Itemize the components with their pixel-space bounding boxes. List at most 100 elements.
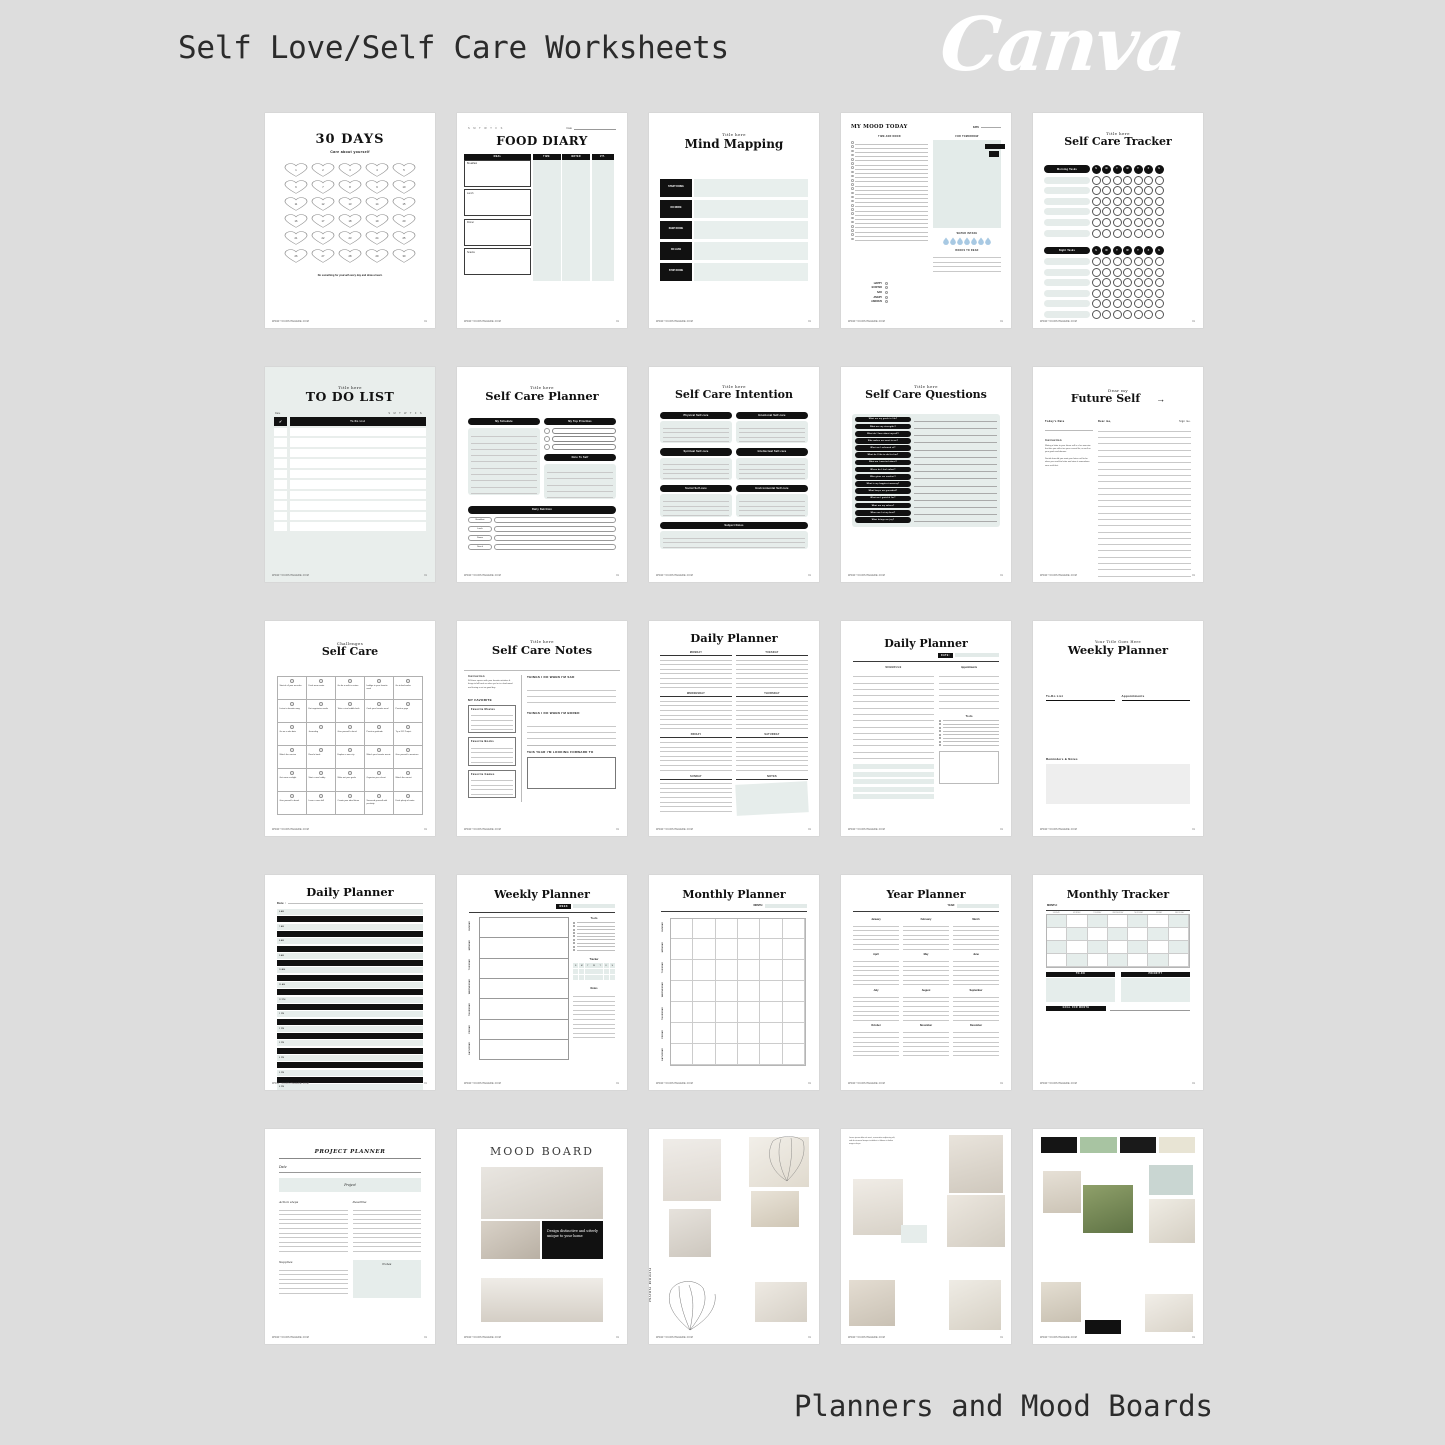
priority-field[interactable] bbox=[551, 435, 616, 442]
intention-lines[interactable] bbox=[660, 494, 732, 517]
todo-line[interactable] bbox=[573, 925, 615, 928]
hour-row[interactable]: 7 AM bbox=[277, 923, 423, 930]
half-hour-row[interactable] bbox=[277, 1018, 423, 1025]
challenge-checkbox[interactable] bbox=[376, 770, 382, 776]
todo-text-field[interactable] bbox=[289, 459, 426, 468]
half-hour-row[interactable] bbox=[277, 989, 423, 996]
intention-label[interactable]: Emotional Self-care bbox=[736, 411, 808, 419]
priority-row[interactable] bbox=[544, 435, 616, 442]
calendar-grid[interactable] bbox=[670, 917, 806, 1066]
todo-line[interactable] bbox=[939, 723, 999, 726]
month-lines[interactable] bbox=[903, 922, 949, 950]
half-hour-row[interactable] bbox=[277, 916, 423, 923]
half-hour-field[interactable] bbox=[297, 989, 423, 996]
heart-cell[interactable]: 6 bbox=[284, 180, 308, 194]
tracker-cell[interactable] bbox=[591, 969, 597, 975]
tracker-checkbox[interactable] bbox=[1112, 175, 1122, 185]
hour-row[interactable]: 10 AM bbox=[277, 967, 423, 974]
todo-line[interactable] bbox=[939, 726, 999, 729]
tracker-checkbox[interactable] bbox=[1102, 310, 1111, 320]
schedule-bar[interactable] bbox=[853, 786, 934, 792]
mood-option-checkbox[interactable] bbox=[885, 300, 888, 304]
todo-row[interactable] bbox=[274, 480, 426, 489]
card-monthly-planner[interactable]: Monthly Planner MONTH: SUNDAY MONDAY TUESD… bbox=[649, 875, 819, 1090]
answer-line[interactable] bbox=[914, 496, 997, 501]
tracker-checkbox[interactable] bbox=[1123, 288, 1132, 298]
calendar-cell[interactable] bbox=[715, 1001, 738, 1023]
weekday-cell[interactable] bbox=[479, 957, 569, 979]
sad-lines[interactable] bbox=[527, 684, 616, 704]
tracker-checkbox[interactable] bbox=[1133, 310, 1143, 320]
calendar-cell[interactable] bbox=[671, 939, 694, 961]
todo-row[interactable] bbox=[274, 469, 426, 479]
todo-row[interactable] bbox=[274, 490, 426, 500]
tracker-cell[interactable] bbox=[1067, 940, 1088, 954]
half-hour-field[interactable] bbox=[297, 945, 423, 952]
card-mood-board-sketch[interactable]: Mood Board WWW.YOURSITEHERE.COM 01 bbox=[649, 1129, 819, 1344]
tracker-cell[interactable] bbox=[1148, 914, 1169, 928]
calendar-cell[interactable] bbox=[738, 981, 761, 1002]
challenge-cell[interactable]: Cook your favorite meal bbox=[365, 699, 394, 723]
half-hour-row[interactable] bbox=[277, 1003, 423, 1010]
tracker-checkbox[interactable] bbox=[1112, 267, 1122, 277]
schedule-pill[interactable]: My Schedule bbox=[468, 418, 540, 426]
favorite-lines[interactable] bbox=[471, 744, 513, 763]
challenge-checkbox[interactable] bbox=[318, 770, 324, 776]
calendar-cell[interactable] bbox=[693, 939, 716, 961]
half-hour-row[interactable] bbox=[277, 930, 423, 937]
hour-field[interactable] bbox=[297, 952, 423, 959]
calendar-cell[interactable] bbox=[715, 918, 738, 940]
tracker-cell[interactable] bbox=[579, 975, 585, 981]
year-input[interactable] bbox=[957, 903, 999, 908]
tracker-checkbox[interactable] bbox=[1133, 257, 1143, 267]
tracker-cell[interactable] bbox=[1128, 927, 1149, 941]
tracker-checkbox[interactable] bbox=[1091, 228, 1101, 238]
challenge-cell[interactable]: Explore a new city bbox=[336, 745, 365, 769]
todo-line[interactable] bbox=[573, 945, 615, 948]
hour-field[interactable] bbox=[297, 1055, 423, 1061]
todo-checkbox[interactable] bbox=[274, 480, 287, 489]
tomorrow-note[interactable] bbox=[933, 140, 1005, 229]
tracker-checkbox[interactable] bbox=[1144, 175, 1153, 185]
calendar-cell[interactable] bbox=[782, 1022, 805, 1044]
challenge-checkbox[interactable] bbox=[289, 770, 295, 776]
challenge-checkbox[interactable] bbox=[289, 747, 295, 753]
half-hour-row[interactable] bbox=[277, 960, 423, 967]
tracker-cell[interactable] bbox=[603, 975, 609, 981]
todo-checkbox[interactable] bbox=[274, 501, 287, 510]
half-hour-field[interactable] bbox=[297, 1018, 423, 1025]
tracker-checkbox[interactable] bbox=[1112, 257, 1122, 267]
notes-sticky[interactable] bbox=[735, 780, 809, 816]
nutrition-field[interactable] bbox=[494, 525, 616, 533]
tracker-checkbox[interactable] bbox=[1112, 196, 1122, 206]
tracker-checkbox[interactable] bbox=[1144, 288, 1153, 298]
todo-line[interactable] bbox=[573, 921, 615, 924]
calendar-cell[interactable] bbox=[738, 960, 761, 982]
challenge-checkbox[interactable] bbox=[318, 701, 324, 707]
todo-line[interactable] bbox=[573, 949, 615, 952]
tracker-checkbox[interactable] bbox=[1102, 217, 1111, 227]
challenge-checkbox[interactable] bbox=[405, 724, 411, 730]
todo-text-field[interactable] bbox=[289, 427, 426, 437]
hour-row[interactable]: 8 AM bbox=[277, 938, 423, 945]
note-lines[interactable] bbox=[544, 463, 616, 500]
tracker-cell[interactable] bbox=[1128, 940, 1149, 954]
tracker-checkbox[interactable] bbox=[1133, 186, 1143, 196]
tracker-checkbox[interactable] bbox=[1091, 196, 1101, 206]
favorite-box[interactable]: Favorite Games bbox=[468, 769, 516, 798]
todo-checkbox[interactable] bbox=[274, 448, 287, 458]
todo-box[interactable] bbox=[1046, 977, 1115, 1002]
todo-text-field[interactable] bbox=[289, 511, 426, 521]
goal-input[interactable] bbox=[1110, 1009, 1190, 1011]
calendar-cell[interactable] bbox=[671, 981, 694, 1002]
tracker-cell[interactable]: F bbox=[603, 963, 609, 969]
heart-cell[interactable]: 13 bbox=[338, 197, 362, 211]
todo-row[interactable] bbox=[274, 448, 426, 458]
challenge-checkbox[interactable] bbox=[347, 724, 353, 730]
tracker-cell[interactable] bbox=[1087, 953, 1108, 967]
todo-line[interactable] bbox=[939, 737, 999, 740]
month-lines[interactable] bbox=[903, 993, 949, 1021]
mood-option[interactable]: SAD bbox=[860, 291, 1004, 295]
calendar-cell[interactable] bbox=[738, 1001, 761, 1023]
challenge-cell[interactable]: Organize your closet bbox=[365, 768, 394, 792]
